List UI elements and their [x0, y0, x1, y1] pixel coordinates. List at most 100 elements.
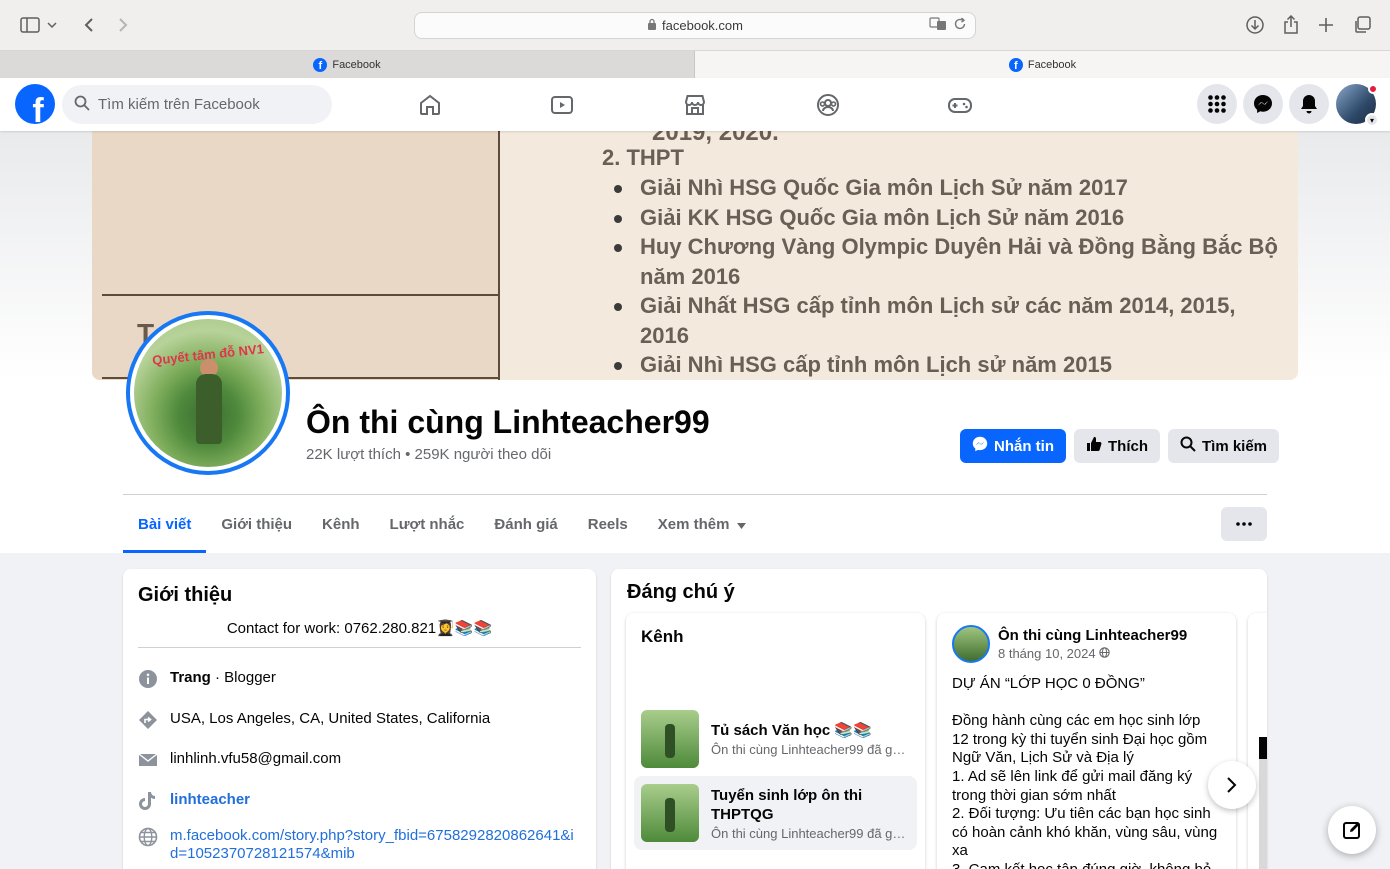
- featured-post[interactable]: Ôn thi cùng Linhteacher99 8 tháng 10, 20…: [937, 613, 1236, 869]
- channel-subtitle: Ôn thi cùng Linhteacher99 đã gửi tin nhắ…: [711, 825, 911, 841]
- mail-icon: [138, 750, 158, 770]
- like-button[interactable]: Thích: [1074, 429, 1160, 463]
- page-stats[interactable]: 22K lượt thích • 259K người theo dõi: [306, 446, 551, 463]
- search-icon: [1180, 436, 1196, 456]
- lock-icon: [647, 18, 657, 33]
- tab-about[interactable]: Giới thiệu: [206, 495, 307, 553]
- cover-item: Huy Chương Vàng Olympic Duyên Hải và Đồn…: [602, 232, 1282, 291]
- tab-posts[interactable]: Bài viết: [123, 495, 207, 553]
- caret-down-icon: [737, 516, 747, 533]
- intro-location: USA, Los Angeles, CA, United States, Cal…: [138, 710, 490, 730]
- post-body: DỰ ÁN “LỚP HỌC 0 ĐỒNG” Đồng hành cùng cá…: [952, 675, 1218, 869]
- channel-item[interactable]: Tủ sách Văn học 📚📚 Ôn thi cùng Linhteach…: [634, 703, 917, 775]
- thumbs-up-icon: [1086, 436, 1102, 456]
- next-featured-item[interactable]: [1248, 613, 1267, 869]
- tab-see-more-label: Xem thêm: [657, 515, 730, 533]
- search-button[interactable]: Tìm kiếm: [1168, 429, 1280, 463]
- cover-achievements: 2. THPT Giải Nhì HSG Quốc Gia môn Lịch S…: [602, 141, 1282, 380]
- channel-thumbnail: [641, 784, 699, 842]
- browser-tab-1[interactable]: f Facebook: [0, 51, 695, 78]
- home-icon[interactable]: [416, 91, 444, 119]
- intro-title: Giới thiệu: [138, 584, 233, 606]
- facebook-header: f ▾: [0, 78, 1390, 131]
- facebook-favicon-icon: f: [1008, 57, 1023, 72]
- globe-icon: [1099, 646, 1110, 661]
- tab-reels[interactable]: Reels: [573, 495, 643, 553]
- notification-dot-icon: [1368, 84, 1378, 94]
- search-input[interactable]: [98, 96, 318, 113]
- menu-grid-icon[interactable]: [1197, 84, 1237, 124]
- ellipsis-icon: [1236, 522, 1252, 526]
- featured-title: Đáng chú ý: [627, 581, 735, 603]
- intro-contact: Contact for work: 0762.280.821👩‍🎓📚📚: [138, 619, 581, 648]
- url-text: facebook.com: [662, 18, 743, 33]
- new-tab-icon[interactable]: [1313, 12, 1339, 38]
- info-icon: [138, 669, 158, 689]
- intro-website[interactable]: m.facebook.com/story.php?story_fbid=6758…: [138, 827, 578, 863]
- profile-actions: Nhắn tin Thích Tìm kiếm: [960, 429, 1280, 463]
- chevron-down-icon[interactable]: [44, 12, 60, 38]
- groups-icon[interactable]: [814, 91, 842, 119]
- reload-icon[interactable]: [953, 17, 967, 34]
- channel-item[interactable]: Tuyển sinh lớp ôn thi THPTQG Ôn thi cùng…: [634, 776, 917, 850]
- next-arrow-button[interactable]: [1208, 761, 1256, 809]
- channel-title: Tủ sách Văn học 📚📚: [711, 722, 872, 739]
- profile-picture[interactable]: Quyết tâm đỗ NV1: [126, 311, 290, 475]
- chevron-down-icon[interactable]: ▾: [1365, 113, 1379, 127]
- tab-channels[interactable]: Kênh: [307, 495, 375, 553]
- message-button-label: Nhắn tin: [994, 437, 1054, 455]
- post-author[interactable]: Ôn thi cùng Linhteacher99: [998, 627, 1187, 644]
- tab-see-more[interactable]: Xem thêm: [643, 495, 762, 553]
- gaming-icon[interactable]: [946, 91, 974, 119]
- browser-tab-label: Facebook: [1027, 58, 1077, 71]
- forward-icon[interactable]: [110, 12, 136, 38]
- facebook-favicon-icon: f: [313, 57, 328, 72]
- share-icon[interactable]: [1278, 12, 1304, 38]
- marketplace-icon[interactable]: [681, 91, 709, 119]
- messenger-icon[interactable]: [1243, 84, 1283, 124]
- more-options-button[interactable]: [1221, 507, 1267, 541]
- cover-item: Giải Nhì HSG Quốc Gia môn Lịch Sử năm 20…: [602, 173, 1282, 203]
- tiktok-link[interactable]: linhteacher: [170, 791, 250, 808]
- channels-card: Kênh Tủ sách Văn học 📚📚 Ôn thi cùng Linh…: [626, 613, 925, 869]
- directions-icon: [138, 710, 158, 730]
- sidebar-toggle-icon[interactable]: [17, 12, 43, 38]
- tab-overview-icon[interactable]: [1349, 12, 1375, 38]
- chevron-right-icon: [1227, 777, 1237, 793]
- cover-item: Giải Nhì HSG cấp tỉnh môn Lịch sử năm 20…: [602, 350, 1282, 380]
- search-button-label: Tìm kiếm: [1202, 437, 1268, 455]
- account-avatar[interactable]: ▾: [1336, 84, 1379, 127]
- tiktok-icon: [138, 791, 158, 811]
- message-button[interactable]: Nhắn tin: [960, 429, 1066, 463]
- intro-email[interactable]: linhlinh.vfu58@gmail.com: [138, 750, 341, 770]
- translate-icon[interactable]: [929, 17, 947, 34]
- browser-tab-label: Facebook: [332, 58, 381, 71]
- address-bar[interactable]: facebook.com: [414, 12, 976, 39]
- intro-tiktok[interactable]: linhteacher: [138, 791, 250, 811]
- like-button-label: Thích: [1108, 437, 1148, 455]
- profile-header: T n sống 2019, 2020. 2. THPT Giải Nhì HS…: [0, 131, 1390, 553]
- bell-icon[interactable]: [1289, 84, 1329, 124]
- search-icon: [74, 95, 90, 115]
- post-date[interactable]: 8 tháng 10, 2024: [998, 646, 1187, 661]
- browser-tab-strip: f Facebook f Facebook: [0, 50, 1390, 78]
- website-link[interactable]: m.facebook.com/story.php?story_fbid=6758…: [170, 827, 578, 863]
- intro-card: Giới thiệu Contact for work: 0762.280.82…: [123, 569, 596, 869]
- download-icon[interactable]: [1242, 12, 1268, 38]
- post-author-avatar[interactable]: [952, 625, 990, 663]
- featured-card: Đáng chú ý Kênh Tủ sách Văn học 📚📚 Ôn th…: [611, 569, 1267, 869]
- intro-category: Trang · Blogger: [138, 669, 276, 689]
- channel-subtitle: Ôn thi cùng Linhteacher99 đã gửi tin nhắ…: [711, 742, 911, 757]
- messenger-icon: [972, 436, 988, 456]
- video-icon[interactable]: [548, 91, 576, 119]
- new-message-button[interactable]: [1328, 806, 1376, 854]
- browser-toolbar: facebook.com: [0, 0, 1390, 50]
- tab-reviews[interactable]: Đánh giá: [479, 495, 572, 553]
- profile-tabs: Bài viết Giới thiệu Kênh Lượt nhắc Đánh …: [123, 495, 761, 553]
- facebook-logo-icon[interactable]: f: [15, 84, 55, 124]
- tab-mentions[interactable]: Lượt nhắc: [375, 495, 480, 553]
- browser-tab-2[interactable]: f Facebook: [695, 51, 1390, 78]
- back-icon[interactable]: [76, 12, 102, 38]
- cover-item: Giải KK HSG Quốc Gia môn Lịch Sử năm 201…: [602, 203, 1282, 233]
- search-box[interactable]: [62, 85, 332, 124]
